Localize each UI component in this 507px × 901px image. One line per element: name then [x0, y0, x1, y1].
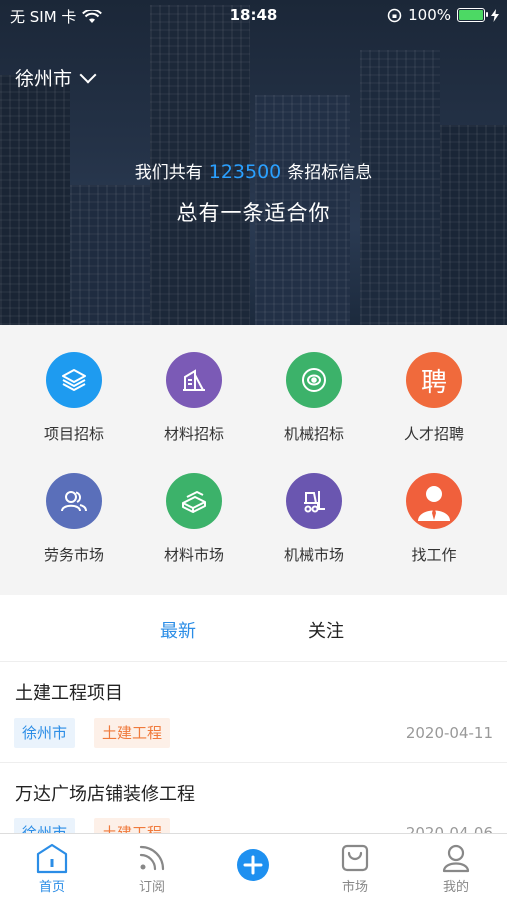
chevron-down-icon [79, 66, 97, 83]
person-icon [406, 473, 462, 529]
users-icon [46, 473, 102, 529]
layers-icon [46, 352, 102, 408]
category-label: 劳务市场 [43, 546, 104, 564]
category-find-job[interactable]: 找工作 [371, 473, 497, 565]
building-silhouette [360, 50, 440, 325]
rotation-lock-icon [387, 8, 402, 22]
battery-icon [457, 8, 488, 22]
category-labor-market[interactable]: 劳务市场 [11, 473, 137, 565]
list-item[interactable]: 土建工程项目 徐州市 土建工程 2020-04-11 [0, 662, 507, 762]
forklift-icon [286, 473, 342, 529]
category-label: 机械招标 [283, 425, 344, 443]
category-label: 材料市场 [163, 546, 224, 564]
wheel-icon [286, 352, 342, 408]
count-prefix: 我们共有 [134, 163, 203, 183]
home-icon [36, 843, 68, 874]
plus-icon [237, 849, 269, 881]
city-label: 徐州市 [15, 68, 73, 90]
category-material-tender[interactable]: 材料招标 [131, 352, 257, 444]
rss-icon [139, 845, 165, 871]
category-label: 机械市场 [283, 546, 344, 564]
feed-tabs: 最新 关注 [0, 595, 507, 662]
hire-char-icon: 聘 [406, 352, 462, 408]
slogan: 总有一条适合你 [176, 201, 331, 225]
nav-label: 订阅 [138, 880, 165, 895]
status-bar: 无 SIM 卡 18:48 100% [0, 0, 507, 30]
tender-count: 我们共有 123500 条招标信息 [0, 158, 507, 183]
nav-profile[interactable]: 我的 [416, 840, 496, 895]
city-tag: 徐州市 [14, 818, 76, 833]
nav-market[interactable]: 市场 [315, 840, 395, 895]
count-value: 123500 [208, 161, 282, 183]
item-date: 2020-04-11 [405, 724, 493, 742]
category-label: 项目招标 [43, 425, 104, 443]
item-title: 万达广场店铺装修工程 [15, 784, 195, 805]
category-project-tender[interactable]: 项目招标 [11, 352, 137, 444]
hero-banner: 无 SIM 卡 18:48 100% 徐州市 我们共有 123500 条招标信息 总 [0, 0, 507, 325]
category-tag: 土建工程 [94, 818, 171, 833]
nav-label: 市场 [341, 880, 368, 895]
city-selector[interactable]: 徐州市 [15, 64, 97, 91]
nav-add[interactable] [213, 840, 293, 890]
nav-label: 我的 [442, 880, 469, 895]
nav-label: 首页 [38, 880, 65, 895]
category-tag: 土建工程 [94, 718, 171, 748]
item-date: 2020-04-06 [405, 824, 493, 833]
bag-icon [341, 844, 369, 872]
category-machinery-tender[interactable]: 机械招标 [251, 352, 377, 444]
bottom-nav: 首页 订阅 市场 我的 [0, 833, 507, 901]
list-item[interactable]: 万达广场店铺装修工程 徐州市 土建工程 2020-04-06 [0, 763, 507, 833]
nav-home[interactable]: 首页 [12, 840, 92, 895]
tab-following[interactable]: 关注 [308, 617, 344, 643]
battery-percent: 100% [408, 6, 451, 24]
category-talent-hiring[interactable]: 聘 人才招聘 [371, 352, 497, 444]
user-icon [442, 844, 470, 873]
city-tag: 徐州市 [14, 718, 76, 748]
category-label: 人才招聘 [403, 425, 464, 443]
nav-subscribe[interactable]: 订阅 [112, 840, 192, 895]
category-label: 找工作 [411, 546, 457, 564]
item-title: 土建工程项目 [15, 683, 123, 704]
count-suffix: 条招标信息 [287, 163, 373, 183]
category-machinery-market[interactable]: 机械市场 [251, 473, 377, 565]
tab-latest[interactable]: 最新 [160, 617, 196, 643]
category-material-market[interactable]: 材料市场 [131, 473, 257, 565]
charging-icon [491, 8, 499, 22]
material-chart-icon [166, 352, 222, 408]
category-grid: 项目招标 材料招标 机械招标 聘 人才招聘 劳务市场 材料市场 机械市场 找工作 [0, 325, 507, 595]
category-label: 材料招标 [163, 425, 224, 443]
bricks-icon [166, 473, 222, 529]
